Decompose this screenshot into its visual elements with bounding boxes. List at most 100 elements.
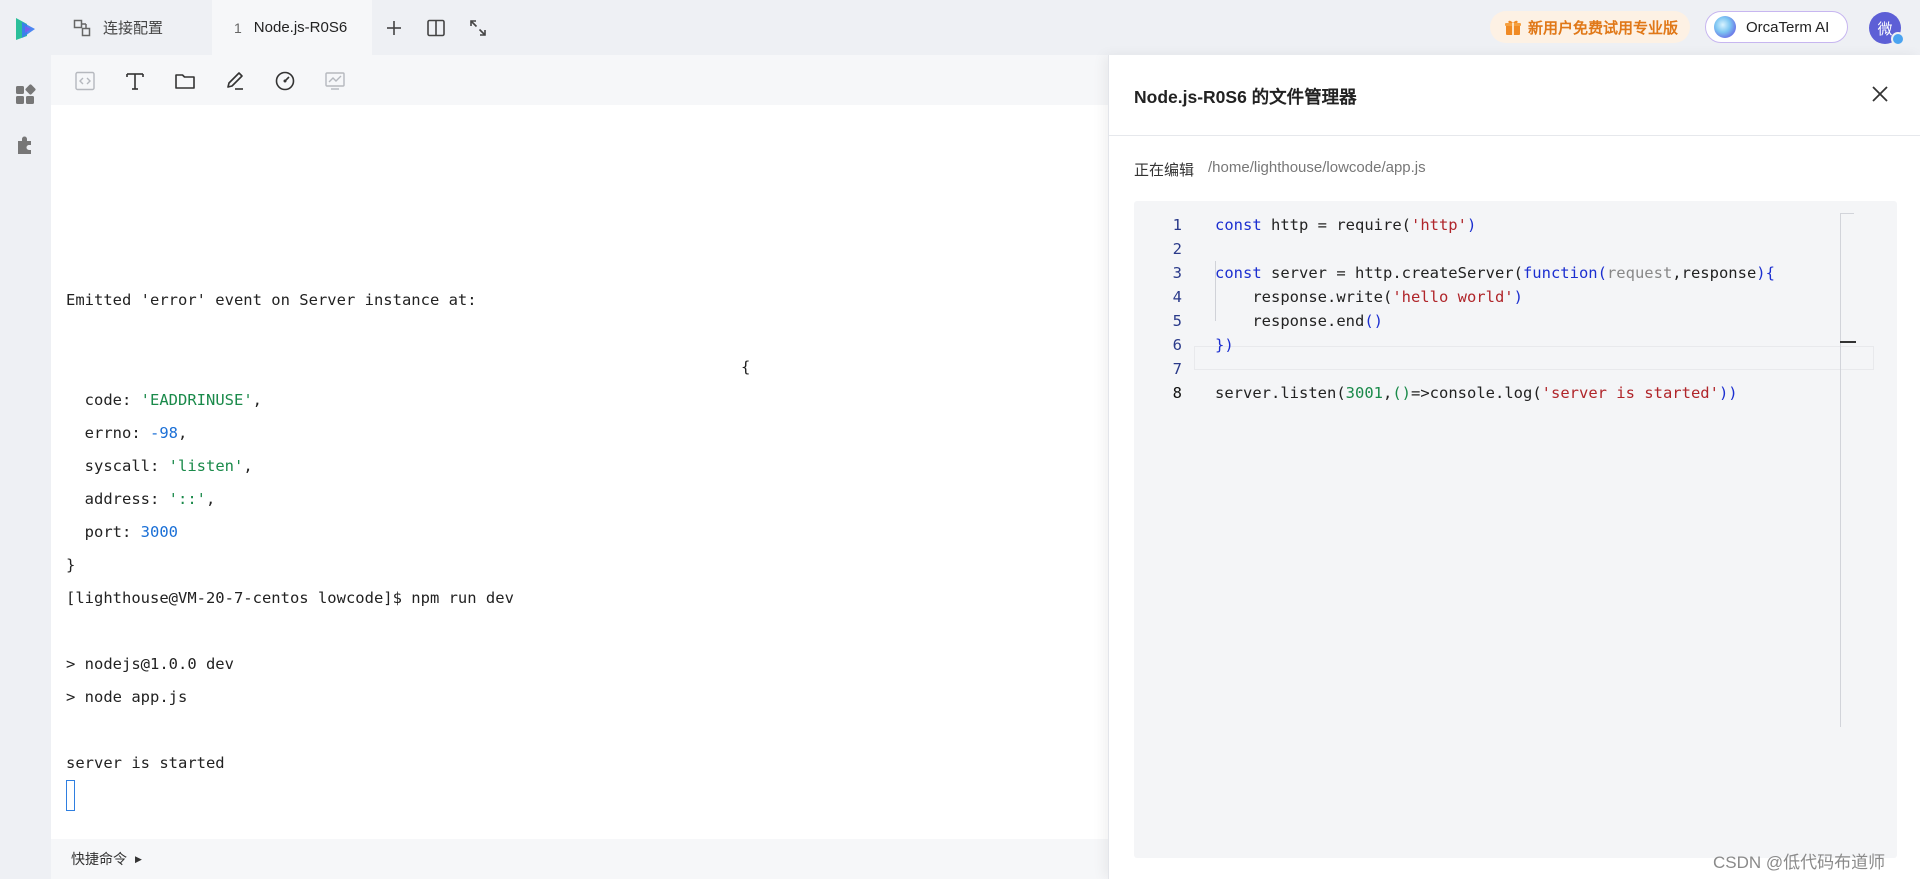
terminal-line: {: [741, 358, 751, 376]
caret-right-icon: ▶: [135, 853, 142, 864]
code-token: 'http': [1410, 216, 1467, 234]
line-number: 5: [1172, 312, 1182, 330]
code-token: (): [1392, 384, 1411, 402]
error-field-key: code: [84, 391, 122, 409]
fullscreen-button[interactable]: [465, 15, 491, 41]
line-number: 1: [1172, 216, 1182, 234]
code-token: ,: [1382, 384, 1393, 402]
monitor-gauge-icon[interactable]: [273, 69, 297, 93]
code-line: const http = require('http'): [1215, 216, 1476, 234]
dashboard-icon[interactable]: [14, 84, 36, 106]
tab-index: 1: [234, 19, 242, 36]
panel-divider: [1109, 135, 1920, 136]
gift-icon: [1505, 20, 1521, 35]
plugin-icon[interactable]: [14, 134, 36, 156]
tab-session-nodejs[interactable]: 1 Node.js-R0S6: [212, 0, 372, 55]
folder-icon[interactable]: [173, 69, 197, 93]
performance-chart-icon[interactable]: [323, 69, 347, 93]
code-line: server.listen(3001,()=>console.log('serv…: [1215, 384, 1738, 402]
top-bar: 连接配置 1 Node.js-R0S6 新用户免费试用专业版 OrcaTerm …: [51, 0, 1920, 55]
edit-pencil-icon[interactable]: [223, 69, 247, 93]
terminal-line: }: [66, 556, 76, 574]
app-logo-icon[interactable]: [13, 16, 37, 42]
error-field-key: syscall: [84, 457, 150, 475]
promo-label: 新用户免费试用专业版: [1528, 19, 1679, 37]
terminal-toolbar: [51, 55, 1108, 105]
line-number: 3: [1172, 264, 1182, 282]
tab-session-label: Node.js-R0S6: [253, 19, 348, 36]
code-token: http = require(: [1261, 216, 1411, 234]
terminal-line: port: 3000: [84, 523, 178, 541]
code-token: const: [1215, 216, 1262, 234]
line-number: 4: [1172, 288, 1182, 306]
file-path: /home/lighthouse/lowcode/app.js: [1208, 159, 1426, 176]
code-token: ,response: [1672, 264, 1757, 282]
code-token: 'server is started': [1541, 384, 1719, 402]
error-field-key: errno: [84, 424, 132, 442]
code-line: }): [1215, 336, 1234, 354]
code-token: server.listen(: [1215, 384, 1346, 402]
editor-scrollbar[interactable]: [1840, 213, 1841, 727]
user-avatar[interactable]: 微: [1869, 12, 1905, 46]
error-field-value: 'EADDRINUSE': [140, 391, 253, 409]
terminal-line: errno: -98,: [84, 424, 188, 442]
terminal-line: syscall: 'listen',: [84, 457, 253, 475]
terminal-prompt-line: [lighthouse@VM-20-7-centos lowcode]$ npm…: [66, 589, 514, 607]
code-token: 'hello world': [1392, 288, 1514, 306]
code-line: response.end(): [1215, 312, 1383, 330]
code-token: ): [1513, 288, 1523, 306]
code-token: 3001: [1345, 384, 1383, 402]
ai-orb-icon: [1714, 16, 1736, 38]
line-number: 8: [1172, 384, 1182, 402]
terminal-line: Emitted 'error' event on Server instance…: [66, 291, 477, 309]
ai-label: OrcaTerm AI: [1746, 18, 1830, 36]
quick-commands-bar[interactable]: 快捷命令 ▶: [51, 839, 1108, 879]
terminal-line: code: 'EADDRINUSE',: [84, 391, 262, 409]
file-manager-title: Node.js-R0S6 的文件管理器: [1134, 87, 1357, 107]
error-field-value: 3000: [140, 523, 178, 541]
error-field-key: address: [84, 490, 150, 508]
quick-commands-label: 快捷命令: [71, 851, 127, 867]
left-rail: [0, 0, 51, 879]
code-token: (: [1597, 264, 1607, 282]
close-icon[interactable]: [1871, 85, 1889, 103]
terminal-output[interactable]: Emitted 'error' event on Server instance…: [51, 105, 1108, 839]
code-token: (): [1364, 312, 1383, 330]
code-token: server = http.createServer(: [1261, 264, 1523, 282]
code-token: response.end: [1215, 312, 1365, 330]
code-token: const: [1215, 264, 1262, 282]
code-token: ){: [1756, 264, 1775, 282]
line-number: 6: [1172, 336, 1182, 354]
connection-config-icon: [73, 19, 91, 36]
scrollbar-top: [1840, 213, 1854, 214]
split-view-button[interactable]: [423, 15, 449, 41]
terminal-line: > node app.js: [66, 688, 188, 706]
error-field-value: -98: [150, 424, 179, 442]
line-number: 2: [1172, 240, 1182, 258]
terminal-line: address: '::',: [84, 490, 216, 508]
error-field-key: port: [84, 523, 122, 541]
add-tab-button[interactable]: [381, 15, 407, 41]
code-token: function: [1522, 264, 1598, 282]
avatar-status-icon: [1891, 32, 1905, 46]
terminal-line: > nodejs@1.0.0 dev: [66, 655, 234, 673]
code-editor[interactable]: 1 2 3 4 5 6 7 8 const http = require('ht…: [1134, 201, 1897, 858]
code-token: response.write(: [1215, 288, 1393, 306]
plus-icon: [387, 21, 401, 35]
expand-icon: [470, 20, 486, 36]
terminal-line: server is started: [66, 754, 225, 772]
free-trial-promo-button[interactable]: 新用户免费试用专业版: [1490, 11, 1690, 43]
editing-label: 正在编辑: [1134, 162, 1195, 179]
code-line: response.write('hello world'): [1215, 288, 1523, 306]
code-token: request: [1606, 264, 1673, 282]
code-token: )): [1718, 384, 1738, 402]
orcaterm-ai-button[interactable]: OrcaTerm AI: [1705, 11, 1848, 43]
code-snippet-icon[interactable]: [73, 69, 97, 93]
text-format-icon[interactable]: [123, 69, 147, 93]
file-manager-panel: Node.js-R0S6 的文件管理器 正在编辑 /home/lighthous…: [1108, 55, 1920, 879]
tab-connection-config[interactable]: 连接配置: [51, 0, 211, 55]
code-token: ): [1466, 216, 1477, 234]
terminal-cursor: [66, 780, 75, 811]
avatar-text: 微: [1877, 20, 1893, 38]
code-line: const server = http.createServer(functio…: [1215, 264, 1775, 282]
